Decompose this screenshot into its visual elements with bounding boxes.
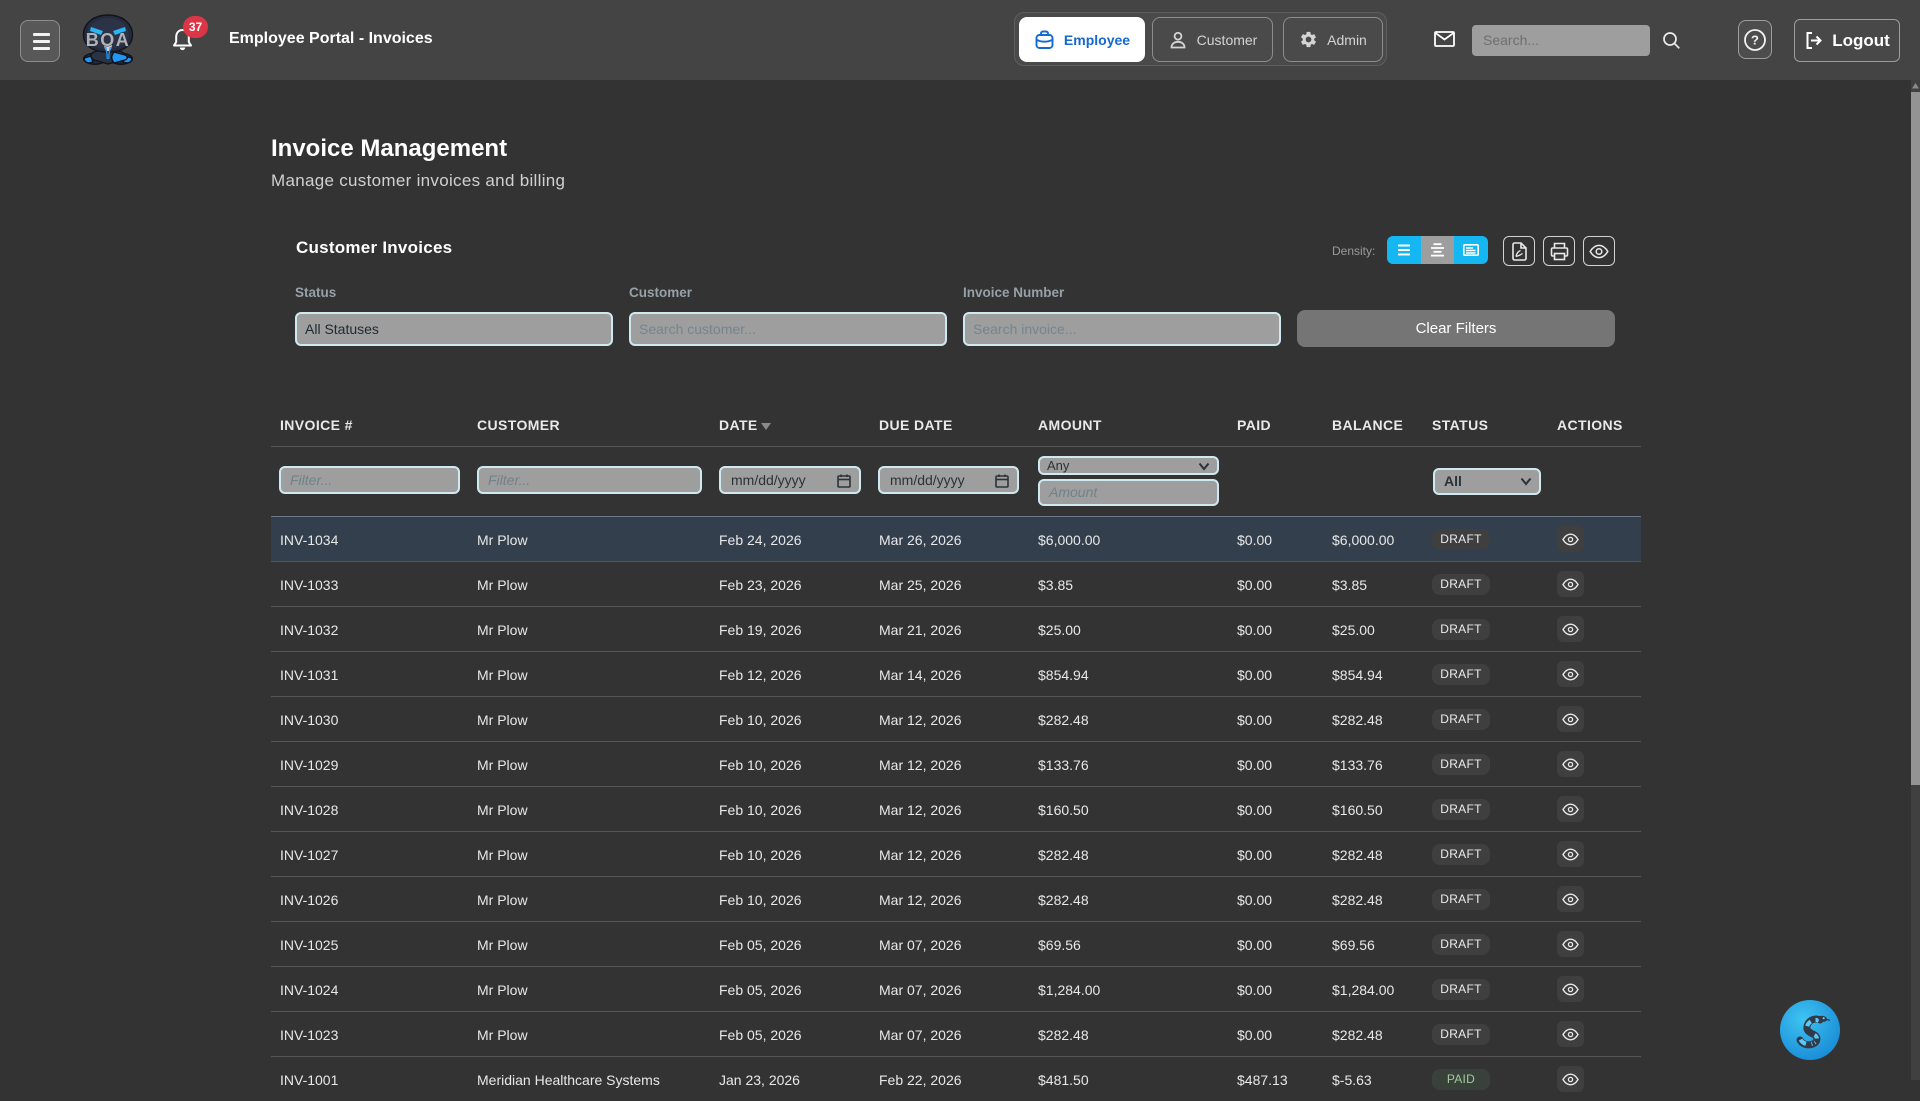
svg-text:BOA: BOA	[86, 30, 131, 50]
svg-text:?: ?	[1751, 32, 1759, 47]
